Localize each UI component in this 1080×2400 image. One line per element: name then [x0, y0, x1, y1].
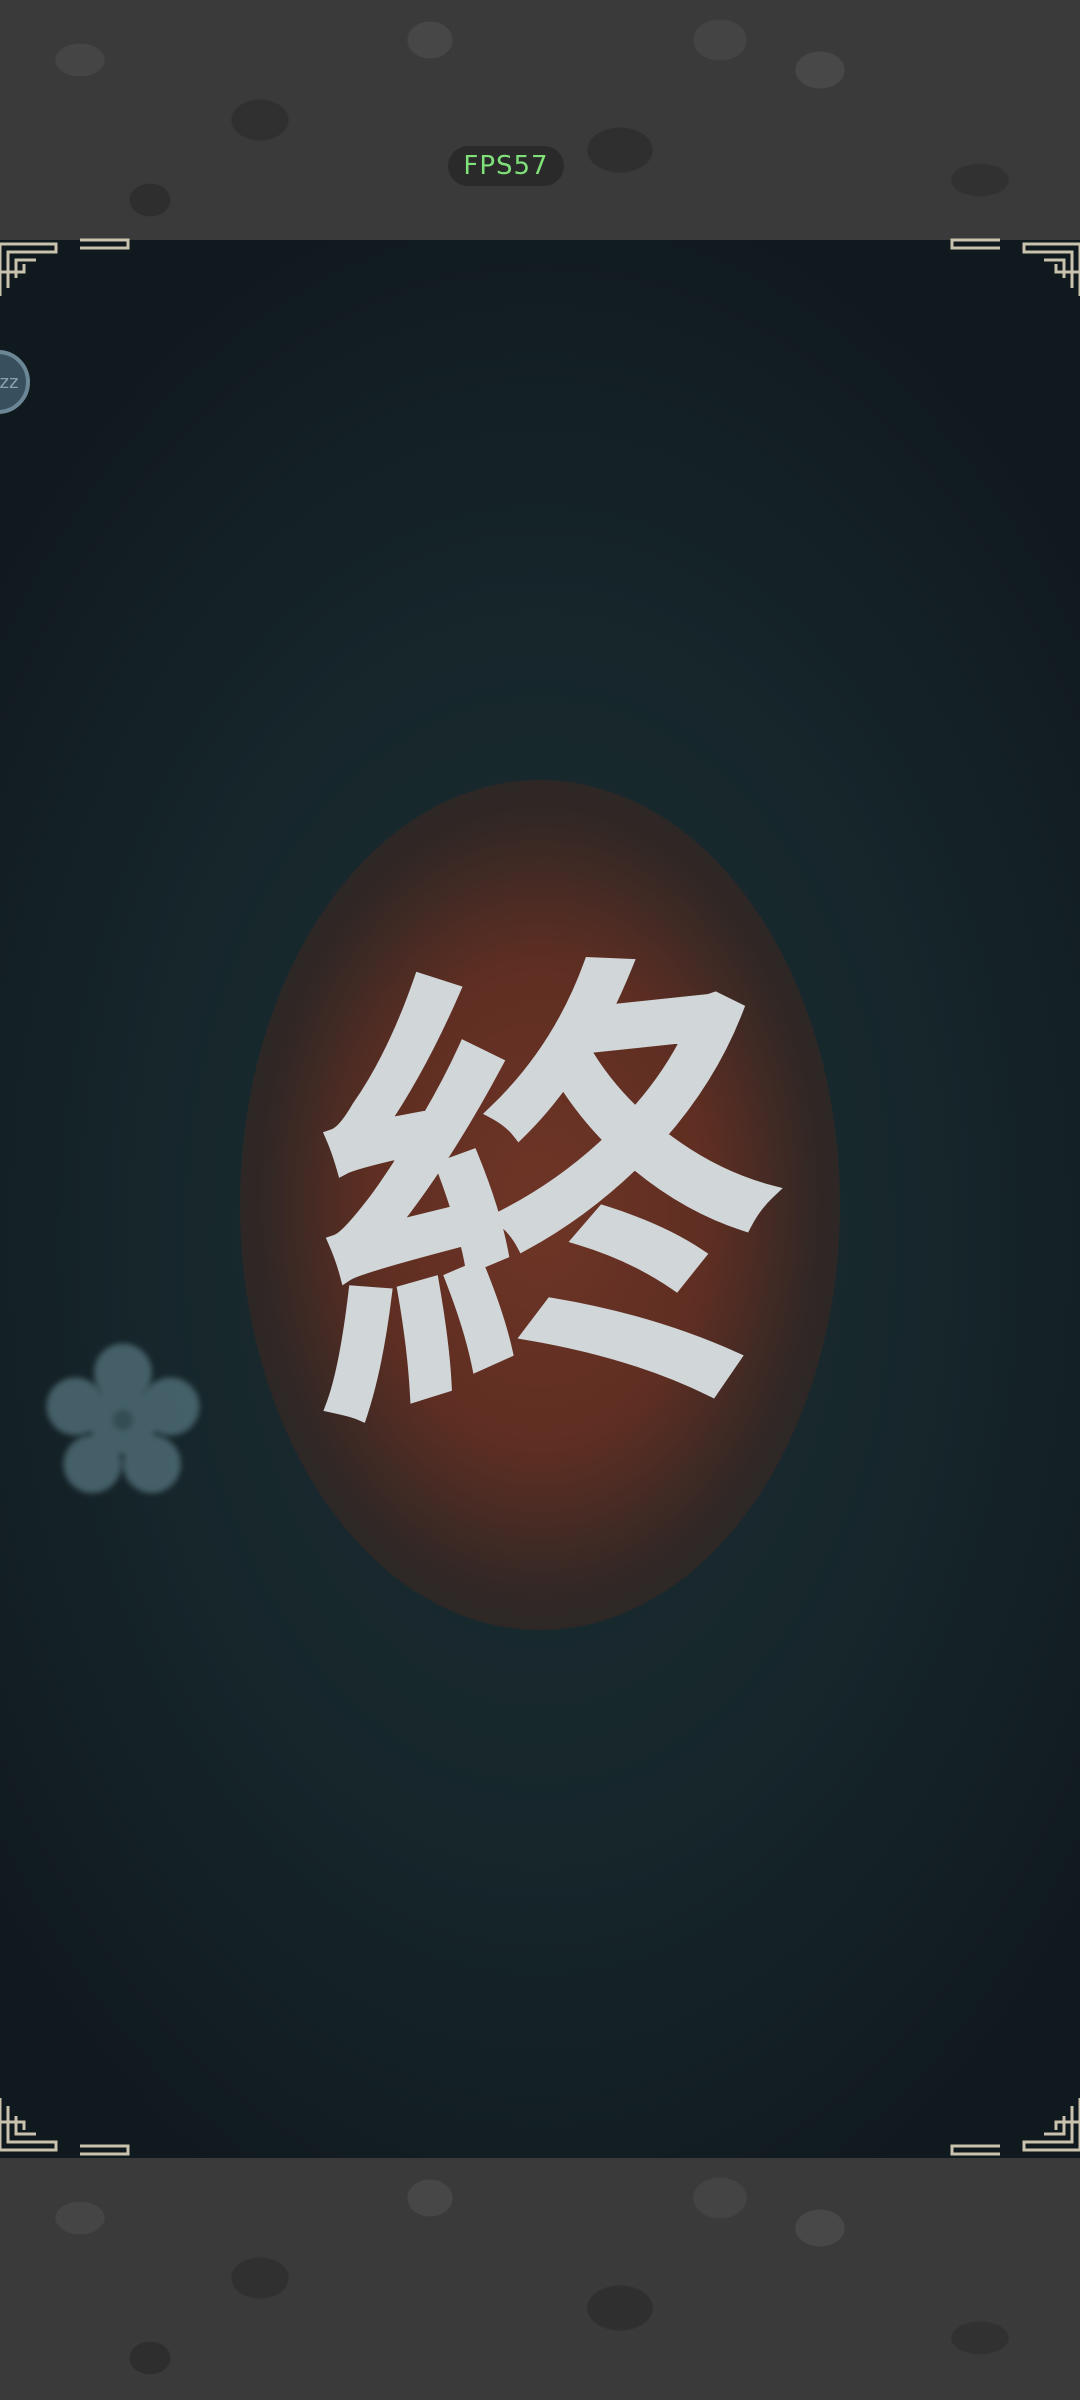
- end-screen-panel[interactable]: 終: [0, 240, 1080, 2158]
- corner-ornament-bottom-right: [940, 2068, 1080, 2158]
- stone-border-bottom: [0, 2158, 1080, 2400]
- plum-blossom-icon: [38, 1335, 208, 1505]
- zz-sleep-icon: zz: [0, 371, 19, 393]
- corner-ornament-bottom-left: [0, 2068, 140, 2158]
- game-screen: FPS57 終 zz: [0, 0, 1080, 2400]
- corner-ornament-top-right: [940, 236, 1080, 326]
- end-glyph: 終: [316, 897, 784, 1503]
- stone-border-top: [0, 0, 1080, 240]
- fps-counter: FPS57: [448, 146, 564, 186]
- corner-ornament-top-left: [0, 236, 140, 326]
